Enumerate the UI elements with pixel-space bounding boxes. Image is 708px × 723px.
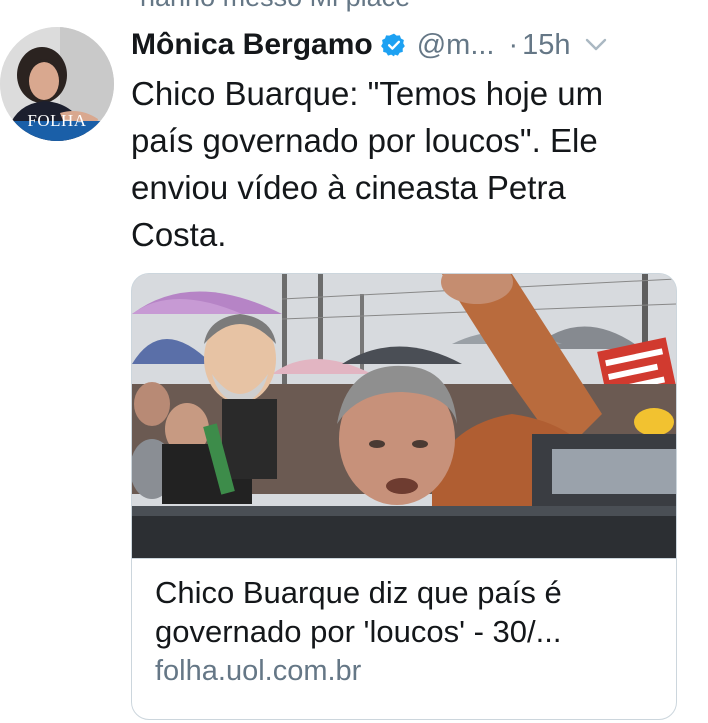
tweet-text-line: enviou vídeo à cineasta Petra — [131, 169, 566, 206]
display-name[interactable]: Mônica Bergamo — [131, 28, 373, 62]
tweet-header: Mônica Bergamo @m... · 15h — [131, 24, 691, 66]
tweet-text-line: Costa. — [131, 216, 227, 253]
chevron-down-icon[interactable] — [585, 38, 607, 52]
tweet-text-line: Chico Buarque: "Temos hoje um — [131, 75, 604, 112]
card-title: Chico Buarque diz que país é governado p… — [155, 573, 660, 651]
tweet-text: Chico Buarque: "Temos hoje um país gover… — [131, 70, 671, 258]
avatar[interactable]: FOLHA — [0, 27, 114, 141]
card-image[interactable] — [132, 274, 676, 558]
photo-crowd-in-rain — [132, 274, 676, 558]
card-domain: folha.uol.com.br — [155, 655, 362, 687]
separator-dot: · — [508, 28, 519, 61]
card-title-line: Chico Buarque diz que país é — [155, 575, 562, 610]
link-preview-card[interactable]: Chico Buarque diz que país é governado p… — [131, 273, 677, 720]
user-handle[interactable]: @m... — [417, 29, 495, 62]
card-body[interactable]: Chico Buarque diz que país é governado p… — [132, 558, 676, 719]
tweet-timestamp[interactable]: 15h — [522, 29, 570, 62]
avatar-label: FOLHA — [27, 111, 87, 130]
tweet-text-line: país governado por loucos". Ele — [131, 122, 598, 159]
verified-badge-icon — [380, 32, 407, 58]
card-title-line: governado por 'loucos' - 30/... — [155, 614, 562, 649]
social-context-text: hanno messo Mi place — [140, 0, 410, 13]
